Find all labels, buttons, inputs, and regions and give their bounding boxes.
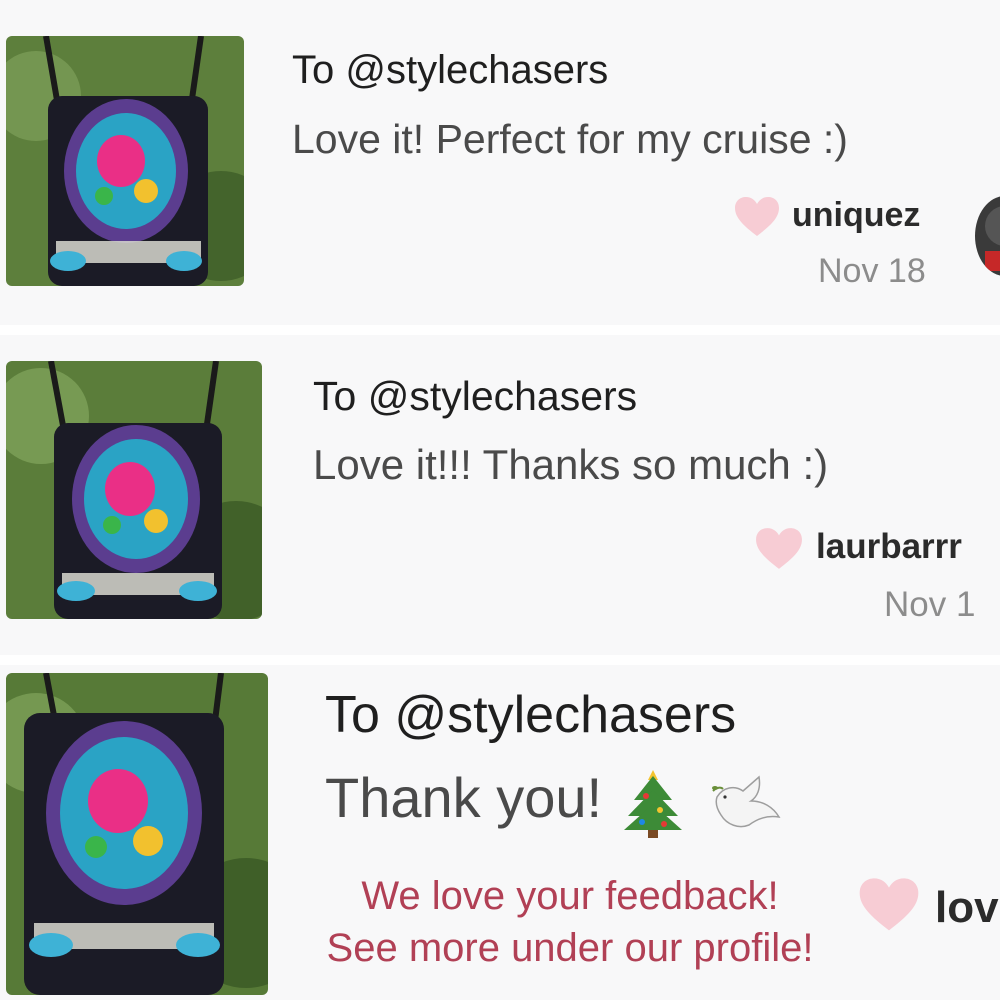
product-thumbnail[interactable]: [6, 36, 244, 286]
divider: [0, 325, 1000, 335]
review-message: Thank you!: [325, 765, 781, 839]
review-date: Nov 18: [818, 252, 926, 290]
review-message: Love it! Perfect for my cruise :): [292, 116, 848, 162]
review-date: Nov 1: [884, 585, 976, 624]
avatar[interactable]: [975, 196, 1000, 276]
recipient-line: To @stylechasers: [325, 686, 737, 744]
product-thumbnail[interactable]: [6, 361, 262, 619]
review-card-3: To @stylechasers Thank you! We love your…: [0, 665, 1000, 1000]
review-message-text: Thank you!: [325, 766, 603, 829]
reviewer-username[interactable]: laurbarrr: [816, 527, 962, 567]
review-card-2: To @stylechasers Love it!!! Thanks so mu…: [0, 335, 1000, 655]
reviewer-username[interactable]: lov: [935, 883, 999, 933]
heart-icon[interactable]: [734, 196, 780, 238]
heart-icon[interactable]: [755, 527, 803, 571]
christmas-tree-emoji: [622, 766, 684, 839]
recipient-line: To @stylechasers: [313, 373, 638, 419]
reviewer-username[interactable]: uniquez: [792, 196, 920, 235]
review-card-1: To @stylechasers Love it! Perfect for my…: [0, 0, 1000, 325]
dove-emoji: [709, 769, 781, 835]
feedback-caption-line-2: See more under our profile!: [326, 926, 814, 970]
review-message: Love it!!! Thanks so much :): [313, 441, 829, 488]
feedback-caption: We love your feedback! See more under ou…: [296, 870, 844, 974]
heart-icon[interactable]: [858, 877, 920, 933]
recipient-line: To @stylechasers: [292, 48, 609, 92]
feedback-caption-line-1: We love your feedback!: [361, 874, 779, 918]
product-thumbnail[interactable]: [6, 673, 268, 995]
divider: [0, 655, 1000, 665]
